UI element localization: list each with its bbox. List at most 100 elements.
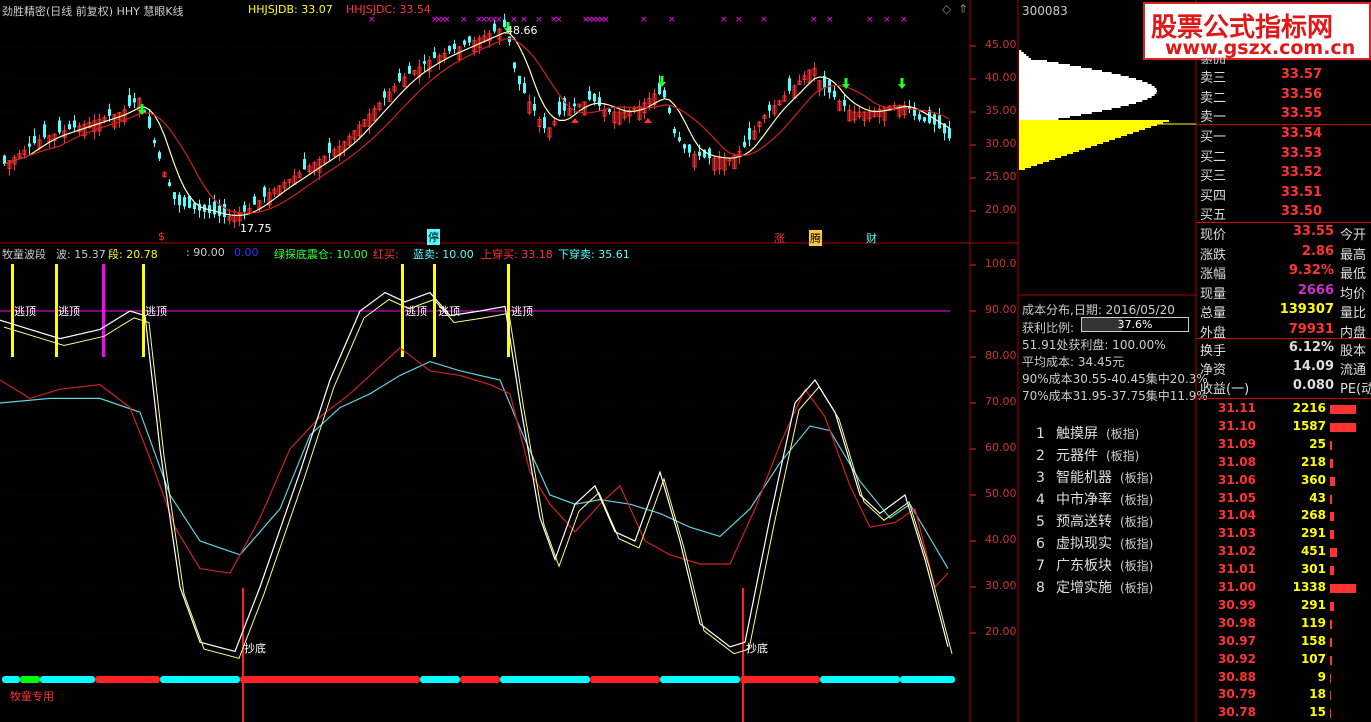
chip-bar [1019, 80, 1143, 82]
chip-bar [1019, 100, 1143, 102]
candle [73, 115, 76, 133]
depth-bar [1330, 458, 1333, 468]
candle [933, 112, 936, 133]
candle [788, 75, 791, 95]
cost-line-4: 70%成本31.95-37.75集中11.9% [1022, 389, 1208, 403]
sub-bo: 波: 15.37 [56, 248, 106, 261]
candle [183, 195, 186, 210]
cost-line-3: 90%成本30.55-40.45集中20.3% [1022, 372, 1208, 386]
candle [708, 147, 711, 165]
tag-rise: 涨 [774, 232, 785, 245]
escape-top-mark: 逃顶 [438, 305, 460, 318]
depth-bar [1330, 619, 1332, 629]
sector-item[interactable]: 3 智能机器 (板指) [1036, 467, 1153, 487]
chip-bar [1019, 70, 1102, 72]
chip-bar [1019, 136, 1121, 138]
scroll-up-icon[interactable]: ⇑ [958, 2, 968, 16]
expand-icon[interactable]: ◇ [942, 2, 951, 16]
chip-bar [1019, 112, 1092, 114]
candle [768, 101, 771, 118]
signal-cross: × [495, 15, 503, 25]
candle [433, 47, 436, 59]
candle [622, 105, 627, 121]
chart-title: 劲胜精密(日线 前复权) HHY 慧眼K线 [2, 5, 184, 18]
signal-cross: × [810, 15, 818, 25]
candle [948, 120, 951, 142]
chip-bar [1019, 108, 1112, 110]
candle [608, 108, 611, 115]
signal-cross: × [900, 15, 908, 25]
sub-tick: 90.00 [985, 303, 1017, 316]
chip-bar [1019, 146, 1091, 148]
candle [598, 91, 601, 112]
candle [453, 39, 456, 54]
depth-row: 31.10 1587 [1200, 419, 1371, 435]
candle [732, 153, 737, 170]
candle [777, 99, 782, 107]
depth-row: 30.98 119 [1200, 616, 1371, 632]
quote-row: 收益(一)0.080PE(动) [1200, 378, 1371, 397]
sector-item[interactable]: 6 虚拟现实 (板指) [1036, 533, 1153, 553]
profit-ratio-bar: 37.6% [1081, 317, 1189, 332]
sub-up: 上穿买: 33.18 [481, 248, 553, 261]
candle [203, 203, 206, 219]
sub-0: 0.00 [234, 246, 259, 259]
signal-cross: × [443, 15, 451, 25]
sub-duan: 段: 20.78 [108, 248, 158, 261]
candle [427, 56, 432, 79]
trend-band-segment [2, 676, 20, 683]
depth-row: 30.79 18 [1200, 687, 1371, 703]
candle [757, 121, 762, 133]
sector-tag: (板指) [1106, 449, 1140, 463]
candle [68, 120, 71, 130]
sub-tick: 20.00 [985, 625, 1017, 638]
candle [663, 87, 666, 99]
sector-item[interactable]: 7 广东板块 (板指) [1036, 555, 1153, 575]
candle [28, 136, 31, 155]
depth-row: 31.01 301 [1200, 562, 1371, 578]
depth-bar [1330, 655, 1332, 665]
candle [577, 103, 582, 109]
quote-row: 总量 139307 量比 [1200, 302, 1367, 321]
trend-band-segment [460, 676, 500, 683]
orderbook-row: 卖三 33.57 [1200, 67, 1322, 86]
sector-rank: 6 [1036, 536, 1045, 552]
candle [602, 103, 607, 122]
sector-item[interactable]: 4 中市净率 (板指) [1036, 489, 1153, 509]
candle [828, 78, 831, 99]
sector-item[interactable]: 8 定增实施 (板指) [1036, 577, 1153, 597]
sub-tick: 50.00 [985, 487, 1017, 500]
candle [668, 105, 671, 115]
sector-rank: 4 [1036, 492, 1045, 508]
chip-bar [1019, 66, 1081, 68]
sector-item[interactable]: 2 元器件 (板指) [1036, 445, 1139, 465]
sector-item[interactable]: 1 触摸屏 (板指) [1036, 423, 1139, 443]
signal-cross: × [866, 15, 874, 25]
orderbook-row: 买五 33.50 [1200, 204, 1322, 223]
chip-bar [1019, 104, 1129, 106]
signal-cross: × [760, 15, 768, 25]
depth-row: 31.11 2216 [1200, 401, 1371, 417]
sector-rank: 2 [1036, 448, 1045, 464]
chip-bar [1019, 128, 1145, 130]
candle [612, 107, 617, 129]
candle [117, 111, 122, 128]
depth-row: 30.97 158 [1200, 634, 1371, 650]
sector-item[interactable]: 5 预高送转 (板指) [1036, 511, 1153, 531]
orderbook-row: 卖二 33.56 [1200, 86, 1322, 106]
chip-bar [1019, 120, 1169, 122]
candle [112, 113, 117, 130]
buy-bottom-mark: 抄底 [244, 642, 266, 655]
candle [178, 192, 181, 213]
candle [342, 140, 347, 157]
candle [297, 169, 302, 179]
candle [263, 185, 266, 203]
chip-bar [1019, 84, 1152, 86]
trend-band-segment [820, 676, 900, 683]
chip-bar [1019, 132, 1133, 134]
chip-bar [1019, 64, 1070, 66]
depth-bar [1330, 494, 1332, 504]
candle [307, 163, 312, 174]
candle [678, 131, 681, 143]
candle [833, 86, 836, 100]
